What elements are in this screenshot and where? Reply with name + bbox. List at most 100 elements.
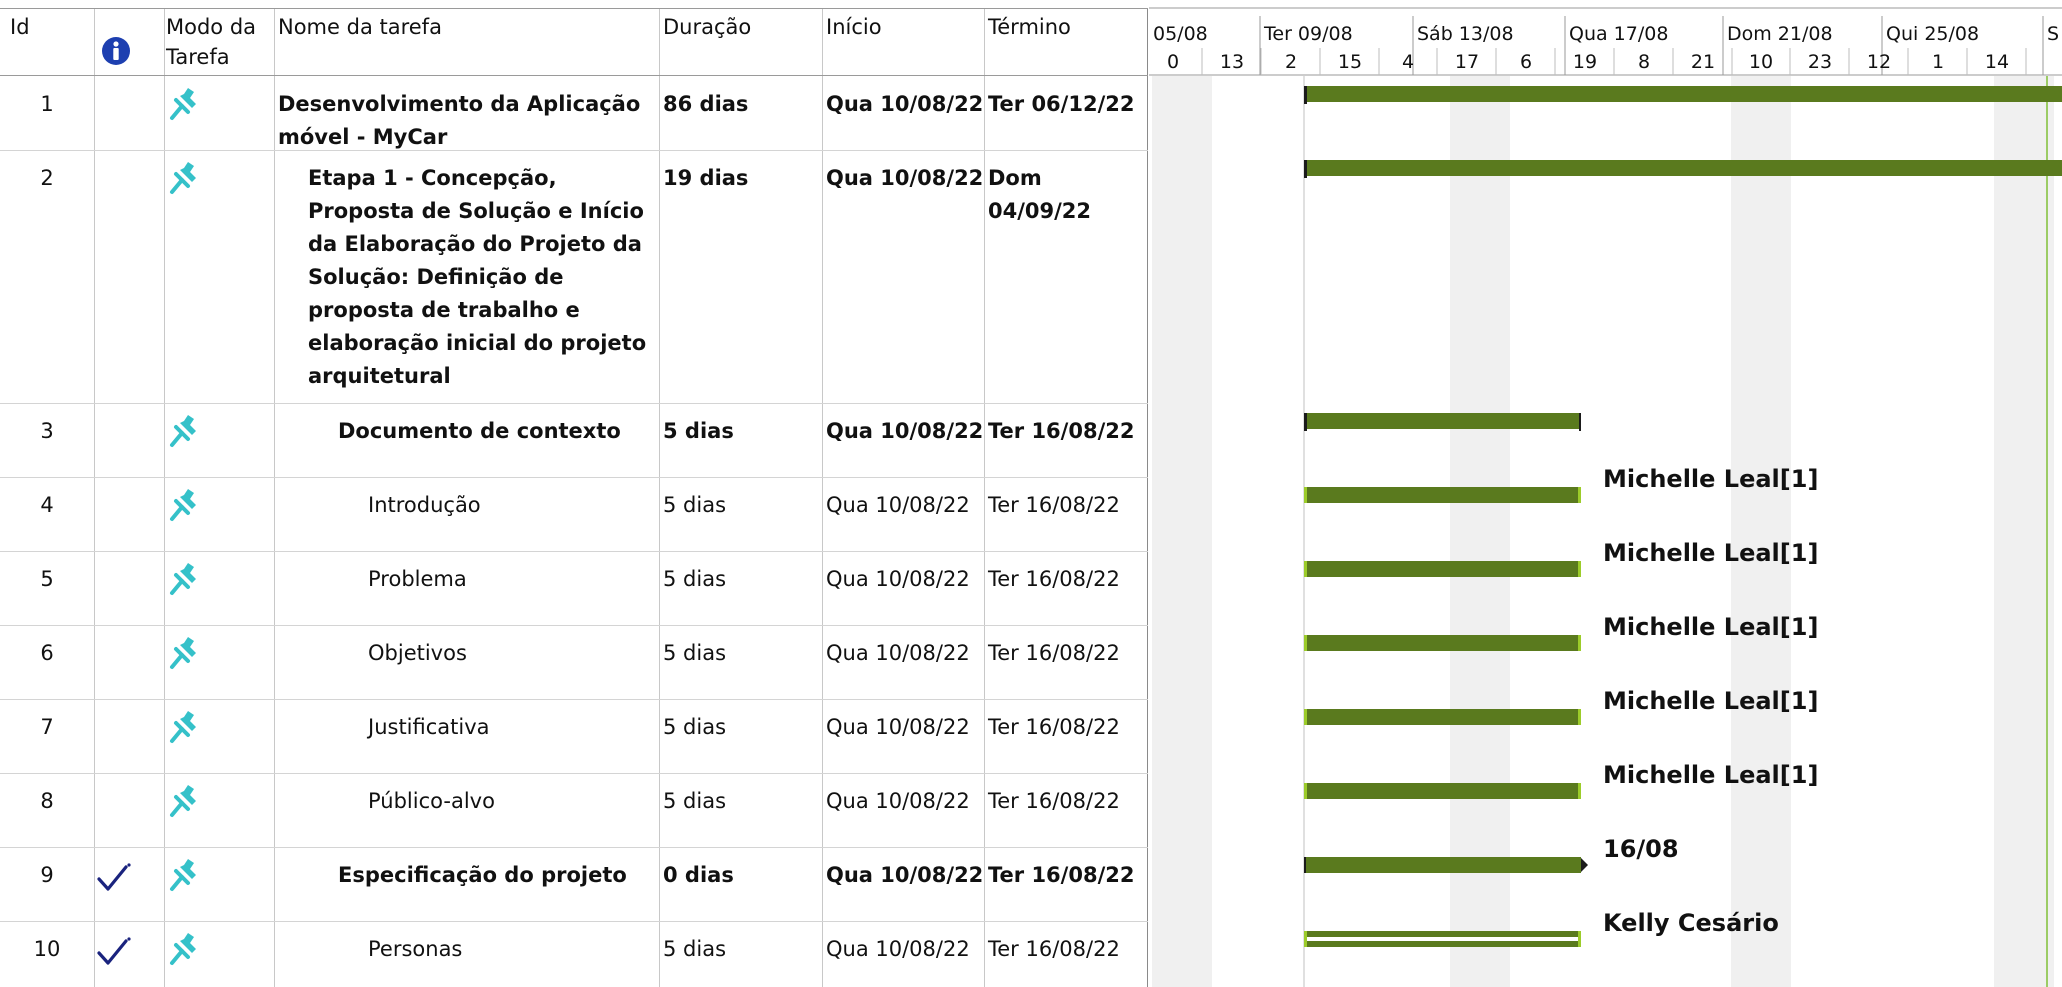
column-divider[interactable] (984, 8, 985, 987)
task-bar-start-cap (1304, 783, 1307, 799)
timescale-minor-label: 19 (1573, 51, 1597, 73)
row-id[interactable]: 5 (2, 563, 92, 596)
task-name[interactable]: Introdução (368, 489, 654, 522)
task-bar-end-cap (1578, 561, 1581, 577)
task-name[interactable]: Público-alvo (368, 785, 654, 818)
task-bar-start-cap (1304, 561, 1307, 577)
timescale-minor-label: 21 (1691, 51, 1715, 73)
info-icon[interactable] (101, 36, 131, 66)
task-finish[interactable]: Ter 16/08/22 (988, 859, 1140, 892)
column-divider[interactable] (822, 8, 823, 987)
row-divider (0, 847, 1148, 848)
nonworking-band (1450, 76, 1510, 987)
pin-icon[interactable] (166, 931, 202, 967)
gantt-divider[interactable] (1147, 8, 1148, 987)
summary-bar-start-cap (1304, 86, 1307, 104)
row-id[interactable]: 4 (2, 489, 92, 522)
row-id[interactable]: 3 (2, 415, 92, 448)
row-id[interactable]: 9 (2, 859, 92, 892)
row-id[interactable]: 7 (2, 711, 92, 744)
task-start[interactable]: Qua 10/08/22 (826, 859, 983, 892)
task-start[interactable]: Qua 10/08/22 (826, 933, 970, 966)
task-duration[interactable]: 0 dias (663, 859, 734, 892)
row-id[interactable]: 6 (2, 637, 92, 670)
task-name[interactable]: Objetivos (368, 637, 654, 670)
column-header-finish[interactable]: Término (988, 12, 1071, 42)
task-start[interactable]: Qua 10/08/22 (826, 88, 983, 121)
task-bar (1304, 709, 1581, 725)
milestone-marker (1581, 858, 1588, 872)
task-finish[interactable]: Ter 16/08/22 (988, 711, 1140, 744)
task-start[interactable]: Qua 10/08/22 (826, 785, 970, 818)
timescale-minor-label: 1 (1932, 51, 1944, 73)
column-header-start[interactable]: Início (826, 12, 882, 42)
task-duration[interactable]: 5 dias (663, 711, 726, 744)
bar-resource-label: 16/08 (1603, 835, 1679, 863)
task-name[interactable]: Desenvolvimento da Aplicação móvel - MyC… (278, 88, 654, 154)
pin-icon[interactable] (166, 160, 202, 196)
task-start[interactable]: Qua 10/08/22 (826, 637, 970, 670)
task-duration[interactable]: 5 dias (663, 785, 726, 818)
column-divider[interactable] (164, 8, 165, 987)
task-finish[interactable]: Ter 16/08/22 (988, 563, 1140, 596)
column-header-id[interactable]: Id (10, 12, 30, 42)
task-duration[interactable]: 19 dias (663, 162, 748, 195)
pin-icon[interactable] (166, 857, 202, 893)
row-id[interactable]: 10 (2, 933, 92, 966)
task-duration[interactable]: 86 dias (663, 88, 748, 121)
timescale-minor-label: 15 (1338, 51, 1362, 73)
row-id[interactable]: 2 (2, 162, 92, 195)
column-divider[interactable] (659, 8, 660, 987)
pin-icon[interactable] (166, 413, 202, 449)
task-start[interactable]: Qua 10/08/22 (826, 162, 983, 195)
row-id[interactable]: 8 (2, 785, 92, 818)
pin-icon[interactable] (166, 561, 202, 597)
pin-icon[interactable] (166, 487, 202, 523)
task-start[interactable]: Qua 10/08/22 (826, 489, 970, 522)
nonworking-band (1994, 76, 2054, 987)
pin-icon[interactable] (166, 86, 202, 122)
column-divider[interactable] (274, 8, 275, 987)
task-name[interactable]: Justificativa (368, 711, 654, 744)
timescale-major-label: Dom 21/08 (1727, 23, 1833, 45)
task-name[interactable]: Etapa 1 - Concepção, Proposta de Solução… (308, 162, 654, 393)
task-start[interactable]: Qua 10/08/22 (826, 415, 983, 448)
pin-icon[interactable] (166, 709, 202, 745)
pin-icon[interactable] (166, 783, 202, 819)
task-finish[interactable]: Ter 16/08/22 (988, 489, 1140, 522)
column-header-name[interactable]: Nome da tarefa (278, 12, 442, 42)
task-finish[interactable]: Dom 04/09/22 (988, 162, 1140, 228)
timescale-minor-label: 8 (1638, 51, 1650, 73)
task-name[interactable]: Documento de contexto (338, 415, 654, 448)
gantt-chart[interactable]: 05/08 Ter 09/08 Sáb 13/08 Qua 17/08 Dom 21/0… (1149, 0, 2062, 987)
task-bar-start-cap (1304, 635, 1307, 651)
task-start[interactable]: Qua 10/08/22 (826, 711, 970, 744)
nonworking-band (1731, 76, 1791, 987)
task-start[interactable]: Qua 10/08/22 (826, 563, 970, 596)
task-name[interactable]: Especificação do projeto (338, 859, 654, 892)
task-duration[interactable]: 5 dias (663, 933, 726, 966)
bar-resource-label: Michelle Leal[1] (1603, 539, 1819, 567)
task-finish[interactable]: Ter 16/08/22 (988, 637, 1140, 670)
header-bottom-border (0, 75, 1148, 76)
task-finish[interactable]: Ter 16/08/22 (988, 933, 1140, 966)
summary-bar (1304, 160, 2062, 176)
column-header-mode[interactable]: Modo da Tarefa (166, 12, 256, 72)
pin-icon[interactable] (166, 635, 202, 671)
task-duration[interactable]: 5 dias (663, 563, 726, 596)
task-duration[interactable]: 5 dias (663, 637, 726, 670)
bar-resource-label: Michelle Leal[1] (1603, 687, 1819, 715)
row-id[interactable]: 1 (2, 88, 92, 121)
column-header-duration[interactable]: Duração (663, 12, 751, 42)
task-duration[interactable]: 5 dias (663, 415, 734, 448)
task-finish[interactable]: Ter 16/08/22 (988, 785, 1140, 818)
task-finish[interactable]: Ter 16/08/22 (988, 415, 1140, 448)
task-duration[interactable]: 5 dias (663, 489, 726, 522)
task-bar (1304, 857, 1581, 873)
row-divider (0, 625, 1148, 626)
summary-bar-end-cap (1579, 413, 1581, 431)
task-name[interactable]: Personas (368, 933, 654, 966)
task-finish[interactable]: Ter 06/12/22 (988, 88, 1140, 121)
column-divider[interactable] (94, 8, 95, 987)
task-name[interactable]: Problema (368, 563, 654, 596)
